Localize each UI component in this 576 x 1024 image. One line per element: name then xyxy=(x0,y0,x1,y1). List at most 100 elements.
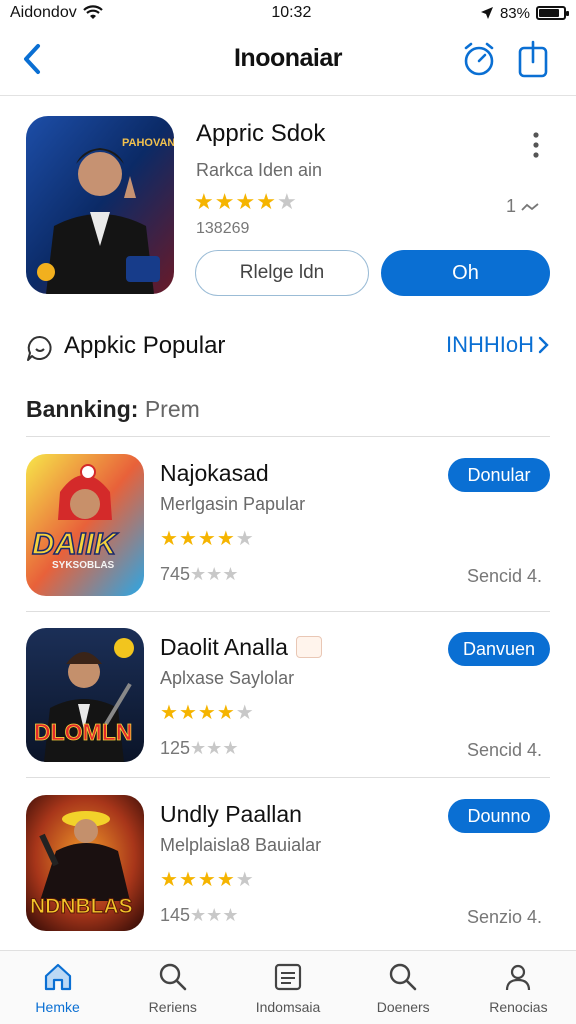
timer-icon[interactable] xyxy=(460,40,498,78)
app-name: Najokasad xyxy=(160,460,269,486)
divider xyxy=(26,436,550,437)
app-rating-value: 145 xyxy=(160,905,191,925)
more-options-icon[interactable] xyxy=(526,130,546,160)
search-icon xyxy=(390,963,417,991)
star-filled-icon: ★ xyxy=(194,189,215,214)
app-meta: Sencid 4. xyxy=(466,566,542,586)
tab-label: Renocias xyxy=(489,999,548,1015)
section-title: Appkic Popular xyxy=(64,332,226,359)
get-button[interactable]: Dounno xyxy=(448,799,550,833)
featured-icon-text: PAHOVAN xyxy=(122,137,174,149)
app-name: Undly Paallan xyxy=(160,801,302,827)
tab-list[interactable]: Indomsaia xyxy=(230,951,345,1024)
battery-fill xyxy=(538,9,559,17)
star-filled-icon: ★ xyxy=(214,189,236,214)
status-left: Aidondov xyxy=(10,4,103,22)
list-icon xyxy=(274,963,302,991)
app-rating: 145★★★ xyxy=(160,905,238,926)
app-icon-title: DLOMLN xyxy=(34,719,132,745)
rating-stars-icon: ★★★ xyxy=(190,905,239,925)
star-filled-icon: ★ xyxy=(160,869,179,891)
popular-section-header: Appkic Popular INHHIoH xyxy=(0,320,576,374)
list-item[interactable]: NDNBLAS Undly Paallan Melplaisla8 Bauial… xyxy=(0,795,576,961)
featured-rank: 1 xyxy=(506,196,539,217)
primary-action-button[interactable]: Oh xyxy=(381,250,550,296)
tab-home[interactable]: Hemke xyxy=(0,951,115,1024)
star-filled-icon: ★ xyxy=(178,869,198,891)
app-rating-value: 745 xyxy=(160,564,191,584)
star-filled-icon: ★ xyxy=(235,189,257,214)
star-filled-icon: ★ xyxy=(216,528,236,550)
location-icon xyxy=(480,7,493,19)
divider xyxy=(26,777,550,778)
nav-bar: Inoonaiar xyxy=(0,26,576,96)
app-subtitle: Aplxase Saylolar xyxy=(160,668,295,688)
divider xyxy=(26,611,550,612)
get-button[interactable]: Danvuen xyxy=(448,632,550,666)
star-filled-icon: ★ xyxy=(197,702,217,724)
star-filled-icon: ★ xyxy=(197,869,217,891)
app-subtitle: Merlgasin Papular xyxy=(160,494,306,514)
app-rating: 745★★★ xyxy=(160,564,238,585)
tab-label: Doeners xyxy=(376,999,430,1015)
star-empty-icon: ★ xyxy=(235,528,255,550)
share-icon[interactable] xyxy=(514,40,552,78)
app-star-rating: ★★★★★ xyxy=(160,700,255,725)
app-icon[interactable]: DLOMLN xyxy=(26,628,144,762)
star-filled-icon: ★ xyxy=(178,528,198,550)
tab-profile[interactable]: Renocias xyxy=(461,951,576,1024)
star-filled-icon: ★ xyxy=(216,702,236,724)
trend-icon xyxy=(521,203,539,211)
status-right: 83% xyxy=(480,5,569,22)
category-bold: Bannking: xyxy=(26,396,139,422)
search-icon xyxy=(159,963,187,991)
secondary-action-button[interactable]: Rlelge ldn xyxy=(195,250,369,296)
app-star-rating: ★★★★★ xyxy=(160,867,255,892)
badge-icon xyxy=(295,635,322,658)
chat-bubble-icon xyxy=(27,335,52,361)
category-heading: Bannking: Prem xyxy=(26,396,200,423)
star-empty-icon: ★ xyxy=(276,189,298,214)
get-button[interactable]: Donular xyxy=(448,458,550,492)
app-meta: Sencid 4. xyxy=(466,740,542,760)
clock: 10:32 xyxy=(271,4,312,21)
featured-rank-value: 1 xyxy=(506,196,517,216)
featured-rating-count: 138269 xyxy=(196,220,250,237)
list-item[interactable]: DAIIK SYKSOBLAS Najokasad Merlgasin Papu… xyxy=(0,454,576,620)
tab-label: Reriens xyxy=(148,999,197,1015)
rating-stars-icon: ★★★ xyxy=(190,738,239,758)
app-rating: 125★★★ xyxy=(160,738,238,759)
status-bar: Aidondov 10:32 83% xyxy=(0,0,576,26)
see-all-label: INHHIoH xyxy=(445,332,534,357)
app-name: Daolit Analla xyxy=(160,634,322,661)
star-filled-icon: ★ xyxy=(160,528,179,550)
featured-app-title: Appric Sdok xyxy=(196,120,326,147)
chevron-right-icon xyxy=(538,336,549,354)
list-item[interactable]: DLOMLN Daolit Analla Aplxase Saylolar ★★… xyxy=(0,628,576,794)
star-filled-icon: ★ xyxy=(160,702,179,724)
person-icon xyxy=(506,964,531,991)
star-filled-icon: ★ xyxy=(178,702,198,724)
featured-app-icon[interactable]: PAHOVAN xyxy=(26,116,174,294)
star-empty-icon: ★ xyxy=(235,869,255,891)
app-subtitle: Melplaisla8 Bauialar xyxy=(160,835,322,855)
tab-label: Indomsaia xyxy=(255,999,321,1015)
star-filled-icon: ★ xyxy=(197,528,217,550)
home-icon xyxy=(44,963,71,991)
app-icon-title: NDNBLAS xyxy=(30,895,133,918)
see-all-link[interactable]: INHHIoH xyxy=(446,332,550,358)
app-name-text: Daolit Analla xyxy=(160,634,288,660)
tab-reviews[interactable]: Reriens xyxy=(115,951,230,1024)
app-meta: Senzio 4. xyxy=(466,907,542,927)
carrier-label: Aidondov xyxy=(10,4,77,21)
app-icon[interactable]: DAIIK SYKSOBLAS xyxy=(26,454,144,596)
wifi-icon xyxy=(82,5,103,19)
featured-star-rating: ★★★★★ xyxy=(194,189,298,215)
star-filled-icon: ★ xyxy=(216,869,236,891)
app-icon[interactable]: NDNBLAS xyxy=(26,795,144,931)
app-icon-subtitle: SYKSOBLAS xyxy=(52,560,115,571)
battery-icon xyxy=(535,6,569,20)
app-star-rating: ★★★★★ xyxy=(160,526,255,551)
tab-search[interactable]: Doeners xyxy=(346,951,461,1024)
tab-bar: Hemke Reriens Indomsaia Doeners Renocias xyxy=(0,950,576,1024)
